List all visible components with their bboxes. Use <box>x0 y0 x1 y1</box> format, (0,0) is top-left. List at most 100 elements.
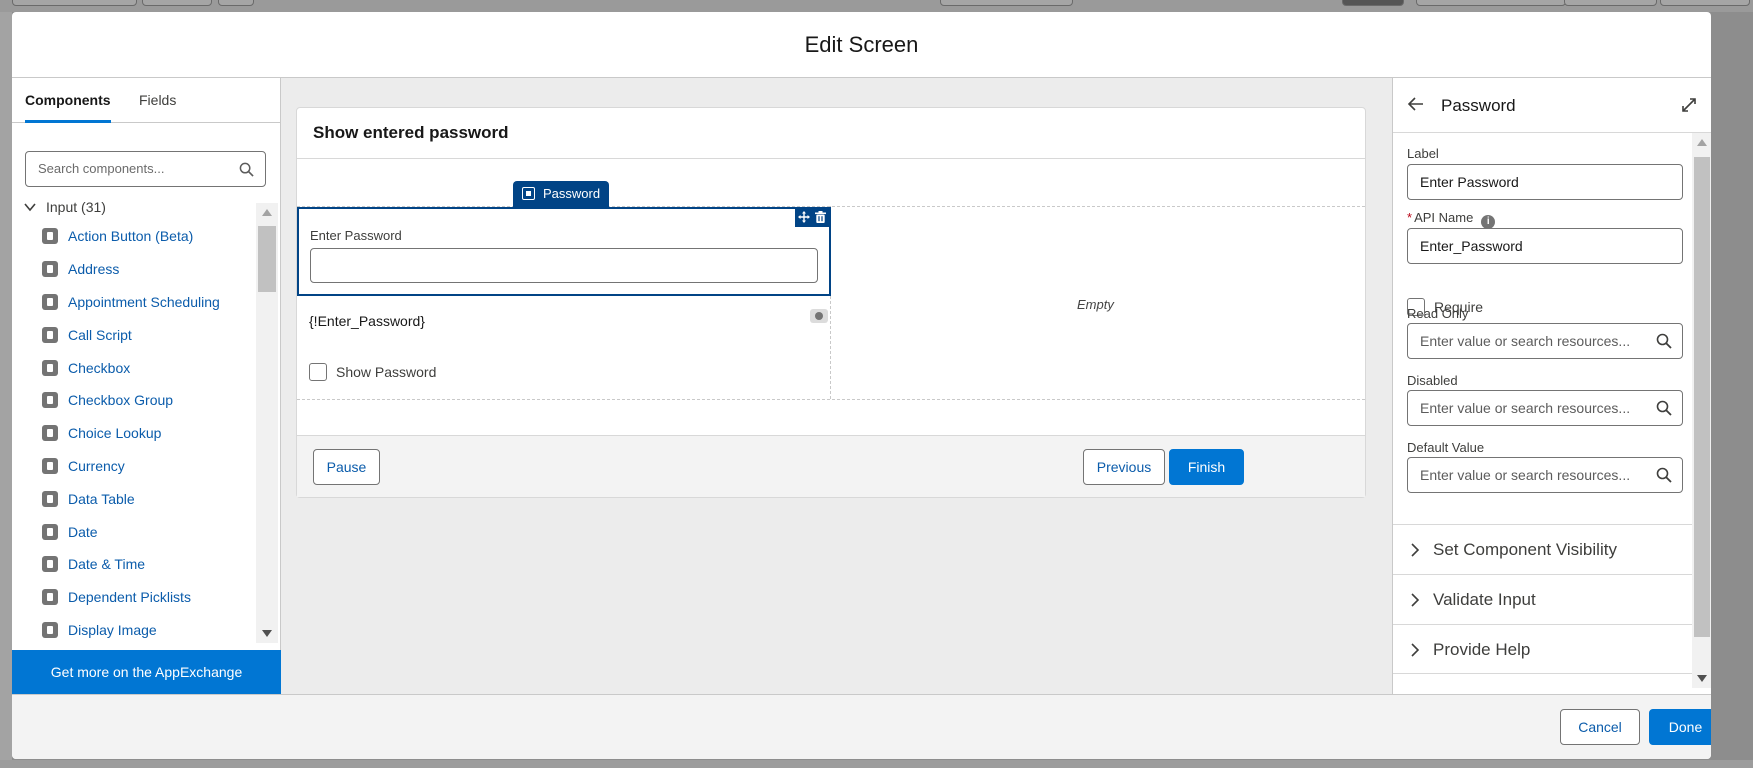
search-icon[interactable] <box>1656 467 1672 483</box>
disabled-placeholder: Enter value or search resources... <box>1420 400 1631 416</box>
read-only-input[interactable]: Enter value or search resources... <box>1407 323 1683 359</box>
move-icon[interactable] <box>797 211 810 223</box>
input-group-header[interactable]: Input (31) <box>24 199 106 215</box>
component-list: Action Button (Beta) Address Appointment… <box>42 220 260 646</box>
appexchange-link[interactable]: Get more on the AppExchange <box>12 650 281 694</box>
previous-button[interactable]: Previous <box>1083 449 1165 485</box>
component-label: Currency <box>68 457 125 474</box>
cancel-button[interactable]: Cancel <box>1560 709 1640 745</box>
list-item[interactable]: Action Button (Beta) <box>42 220 260 253</box>
component-label: Checkbox Group <box>68 392 174 409</box>
required-marker: * <box>1407 210 1413 225</box>
search-input[interactable] <box>38 161 228 176</box>
currency-icon <box>42 457 58 474</box>
background-button <box>1660 0 1750 6</box>
list-item[interactable]: Data Table <box>42 482 260 515</box>
label-field-label: Label <box>1407 146 1439 161</box>
section-label: Validate Input <box>1433 590 1536 609</box>
component-label: Data Table <box>68 490 135 507</box>
background-app-sidebar <box>0 12 12 768</box>
tab-fields[interactable]: Fields <box>139 78 176 123</box>
search-icon[interactable] <box>239 162 254 177</box>
pause-button[interactable]: Pause <box>313 449 380 485</box>
field-label: Enter Password <box>310 228 402 243</box>
image-icon <box>42 621 58 638</box>
scrollbar-thumb[interactable] <box>1694 157 1710 637</box>
background-button <box>1416 0 1566 6</box>
chevron-right-icon <box>1411 643 1420 657</box>
scroll-up-icon[interactable] <box>262 209 272 216</box>
component-label: Call Script <box>68 326 132 343</box>
list-item[interactable]: Date <box>42 515 260 548</box>
back-arrow-icon[interactable] <box>1407 95 1425 113</box>
visibility-eye-icon[interactable] <box>810 309 828 323</box>
list-item[interactable]: Dependent Picklists <box>42 581 260 614</box>
component-palette: Components Fields Input (31) Action Butt… <box>12 78 281 694</box>
component-actions <box>795 209 829 227</box>
scroll-up-icon[interactable] <box>1697 139 1707 146</box>
palette-scrollbar[interactable] <box>256 203 278 643</box>
list-item[interactable]: Checkbox <box>42 351 260 384</box>
disabled-label: Disabled <box>1407 373 1458 388</box>
expand-icon[interactable] <box>1680 96 1698 114</box>
screen-preview-card: Show entered password Password Enter Pas… <box>296 107 1366 498</box>
validate-input-section[interactable]: Validate Input <box>1393 574 1692 624</box>
lightning-icon <box>42 293 58 310</box>
disabled-input[interactable]: Enter value or search resources... <box>1407 390 1683 426</box>
label-input[interactable]: Enter Password <box>1407 164 1683 200</box>
background-app-footer <box>0 760 1753 768</box>
list-item[interactable]: Checkbox Group <box>42 384 260 417</box>
list-item[interactable]: Date & Time <box>42 548 260 581</box>
component-label: Date & Time <box>68 556 146 573</box>
set-component-visibility-section[interactable]: Set Component Visibility <box>1393 524 1692 574</box>
search-icon[interactable] <box>1656 333 1672 349</box>
background-button <box>1564 0 1657 6</box>
selected-password-component[interactable]: Enter Password <box>297 207 831 296</box>
background-button <box>218 0 254 6</box>
password-input-preview[interactable] <box>310 248 818 283</box>
search-icon[interactable] <box>1656 400 1672 416</box>
list-item[interactable]: Address <box>42 253 260 286</box>
scroll-down-icon[interactable] <box>1697 675 1707 682</box>
finish-button[interactable]: Finish <box>1169 449 1244 485</box>
list-item[interactable]: Appointment Scheduling <box>42 286 260 319</box>
api-name-field-label: * API Name i <box>1407 210 1496 229</box>
delete-icon[interactable] <box>815 211 827 223</box>
show-password-checkbox[interactable] <box>309 363 327 381</box>
default-value-label: Default Value <box>1407 440 1485 455</box>
section-label: Set Component Visibility <box>1433 540 1617 559</box>
modal-header: Edit Screen <box>12 12 1711 78</box>
component-label: Date <box>68 523 98 540</box>
list-item[interactable]: Choice Lookup <box>42 417 260 450</box>
show-password-row[interactable]: Show Password <box>309 363 436 381</box>
screen-canvas: Show entered password Password Enter Pas… <box>281 78 1392 694</box>
done-button[interactable]: Done <box>1649 709 1711 745</box>
tab-components[interactable]: Components <box>25 78 111 123</box>
group-label: Input (31) <box>46 199 106 215</box>
check-icon <box>42 359 58 376</box>
calendar-icon <box>42 523 58 540</box>
info-icon[interactable]: i <box>1481 215 1496 229</box>
background-button <box>1342 0 1404 6</box>
lightning-icon <box>42 425 58 442</box>
default-value-placeholder: Enter value or search resources... <box>1420 467 1631 483</box>
list-item[interactable]: Call Script <box>42 318 260 351</box>
component-tag: Password <box>513 181 610 207</box>
component-label: Checkbox <box>68 359 131 376</box>
api-name-input[interactable]: Enter_Password <box>1407 228 1683 264</box>
empty-column-label: Empty <box>1077 297 1114 312</box>
screen-footer: Pause Previous Finish <box>297 435 1365 497</box>
properties-scrollbar[interactable] <box>1692 133 1711 688</box>
background-app-toolbar <box>0 0 1753 12</box>
component-label: Display Image <box>68 621 157 638</box>
default-value-input[interactable]: Enter value or search resources... <box>1407 457 1683 493</box>
component-label: Appointment Scheduling <box>68 293 220 310</box>
scrollbar-thumb[interactable] <box>258 226 276 292</box>
list-item[interactable]: Currency <box>42 450 260 483</box>
lightning-icon <box>42 228 58 245</box>
component-label: Dependent Picklists <box>68 589 191 606</box>
properties-header: Password <box>1393 78 1711 133</box>
provide-help-section[interactable]: Provide Help <box>1393 624 1692 674</box>
scroll-down-icon[interactable] <box>262 630 272 637</box>
list-item[interactable]: Display Image <box>42 614 260 647</box>
